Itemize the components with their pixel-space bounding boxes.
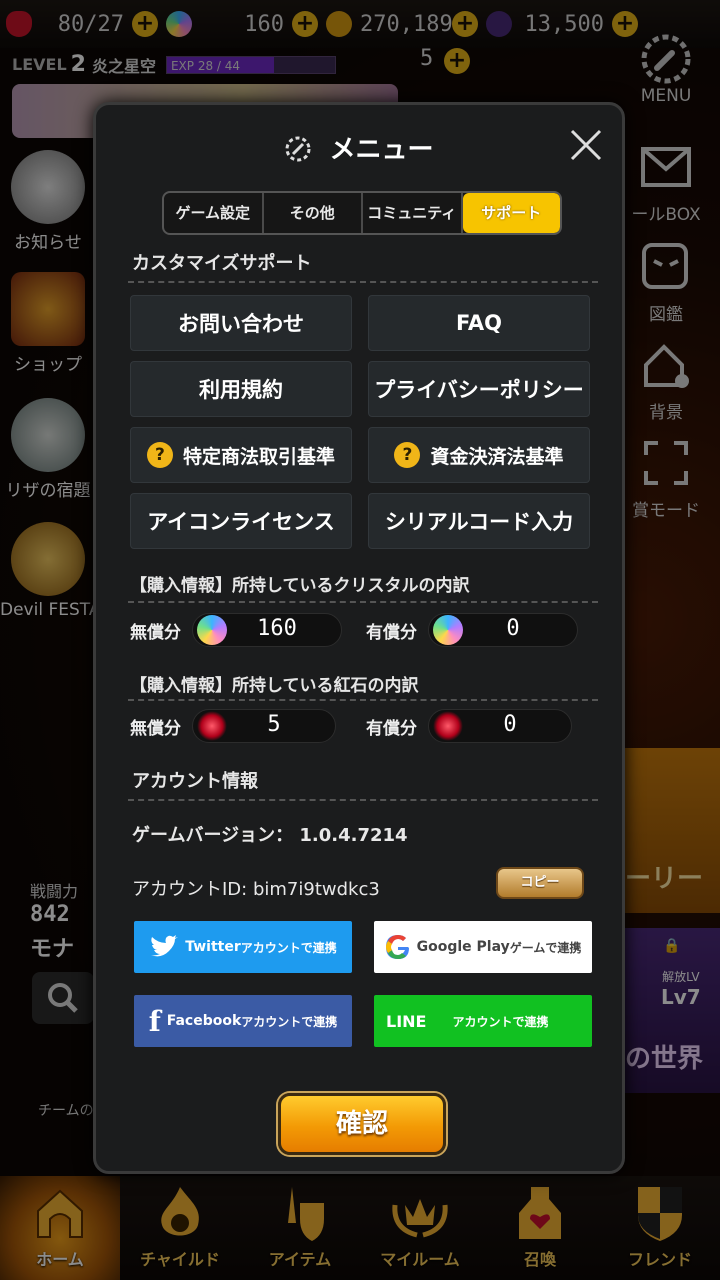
account-info-heading: アカウント情報 — [132, 771, 258, 792]
payment-law-label: 資金決済法基準 — [430, 445, 564, 468]
twitter-brand: Twitter — [185, 939, 241, 955]
free-label: 無償分 — [130, 622, 181, 643]
dialog-title: メニュー — [96, 129, 622, 166]
tab-other[interactable]: その他 — [264, 193, 363, 233]
red-stone-breakdown-row: 無償分 5 有償分 0 — [130, 709, 596, 743]
paid-label: 有償分 — [366, 718, 417, 739]
red-stone-free-field: 5 — [192, 709, 336, 743]
question-icon: ? — [146, 442, 173, 468]
confirm-button[interactable]: 確認 — [278, 1093, 446, 1155]
google-play-brand: Google Play — [416, 939, 510, 955]
facebook-brand: Facebook — [166, 1013, 242, 1029]
red-stone-paid-value: 0 — [503, 712, 517, 737]
crystal-paid-field: 0 — [428, 613, 578, 647]
twitter-suffix: アカウントで連携 — [240, 940, 337, 955]
account-id: アカウントID: bim7i9twdkc3 — [132, 879, 380, 900]
commerce-law-button[interactable]: ? 特定商法取引基準 — [130, 427, 352, 483]
tab-support[interactable]: サポート — [462, 193, 560, 233]
line-link-button[interactable]: LINE アカウントで連携 — [374, 995, 592, 1047]
twitter-bird-icon — [149, 935, 179, 959]
divider — [128, 601, 598, 603]
red-stone-icon — [433, 711, 463, 741]
twitter-link-button[interactable]: Twitter アカウントで連携 — [134, 921, 352, 973]
divider — [128, 699, 598, 701]
menu-dialog: メニュー ゲーム設定 その他 コミュニティ サポート カスタマイズサポート お問… — [93, 102, 625, 1174]
crystal-free-value: 160 — [257, 616, 297, 641]
line-suffix: アカウントで連携 — [452, 1014, 549, 1029]
line-brand: LINE — [386, 1011, 427, 1031]
tab-game-settings[interactable]: ゲーム設定 — [164, 193, 264, 233]
google-play-suffix: ゲームで連携 — [509, 940, 582, 955]
tab-community[interactable]: コミュニティ — [363, 193, 463, 233]
faq-button[interactable]: FAQ — [368, 295, 590, 351]
terms-button[interactable]: 利用規約 — [130, 361, 352, 417]
question-icon: ? — [394, 442, 421, 468]
google-play-link-button[interactable]: Google Play ゲームで連携 — [374, 921, 592, 973]
crystal-paid-value: 0 — [506, 616, 520, 641]
menu-tabs: ゲーム設定 その他 コミュニティ サポート — [162, 191, 562, 235]
divider — [128, 799, 598, 801]
copy-button[interactable]: コピー — [496, 867, 584, 899]
crystal-free-field: 160 — [192, 613, 342, 647]
crystal-breakdown-row: 無償分 160 有償分 0 — [130, 613, 602, 647]
free-label: 無償分 — [130, 718, 181, 739]
customize-support-heading: カスタマイズサポート — [132, 253, 312, 274]
serial-code-button[interactable]: シリアルコード入力 — [368, 493, 590, 549]
payment-law-button[interactable]: ? 資金決済法基準 — [368, 427, 590, 483]
privacy-policy-button[interactable]: プライバシーポリシー — [368, 361, 590, 417]
close-button[interactable] — [566, 125, 606, 165]
close-icon — [570, 129, 602, 161]
red-stone-paid-field: 0 — [428, 709, 572, 743]
game-version: ゲームバージョン： 1.0.4.7214 — [132, 825, 408, 846]
icon-license-button[interactable]: アイコンライセンス — [130, 493, 352, 549]
red-stone-breakdown-heading: 【購入情報】所持している紅石の内訳 — [130, 676, 419, 696]
red-stone-free-value: 5 — [267, 712, 281, 737]
google-g-icon — [385, 934, 411, 960]
divider — [128, 281, 598, 283]
crystal-icon — [433, 615, 463, 645]
facebook-link-button[interactable]: f Facebook アカウントで連携 — [134, 995, 352, 1047]
facebook-f-icon: f — [148, 1004, 161, 1038]
red-stone-icon — [197, 711, 227, 741]
settings-gear-icon — [285, 136, 311, 162]
crystal-icon — [197, 615, 227, 645]
commerce-law-label: 特定商法取引基準 — [182, 445, 335, 468]
crystal-breakdown-heading: 【購入情報】所持しているクリスタルの内訳 — [130, 576, 470, 596]
dialog-title-text: メニュー — [329, 135, 434, 165]
contact-button[interactable]: お問い合わせ — [130, 295, 352, 351]
paid-label: 有償分 — [366, 622, 417, 643]
facebook-suffix: アカウントで連携 — [241, 1014, 338, 1029]
